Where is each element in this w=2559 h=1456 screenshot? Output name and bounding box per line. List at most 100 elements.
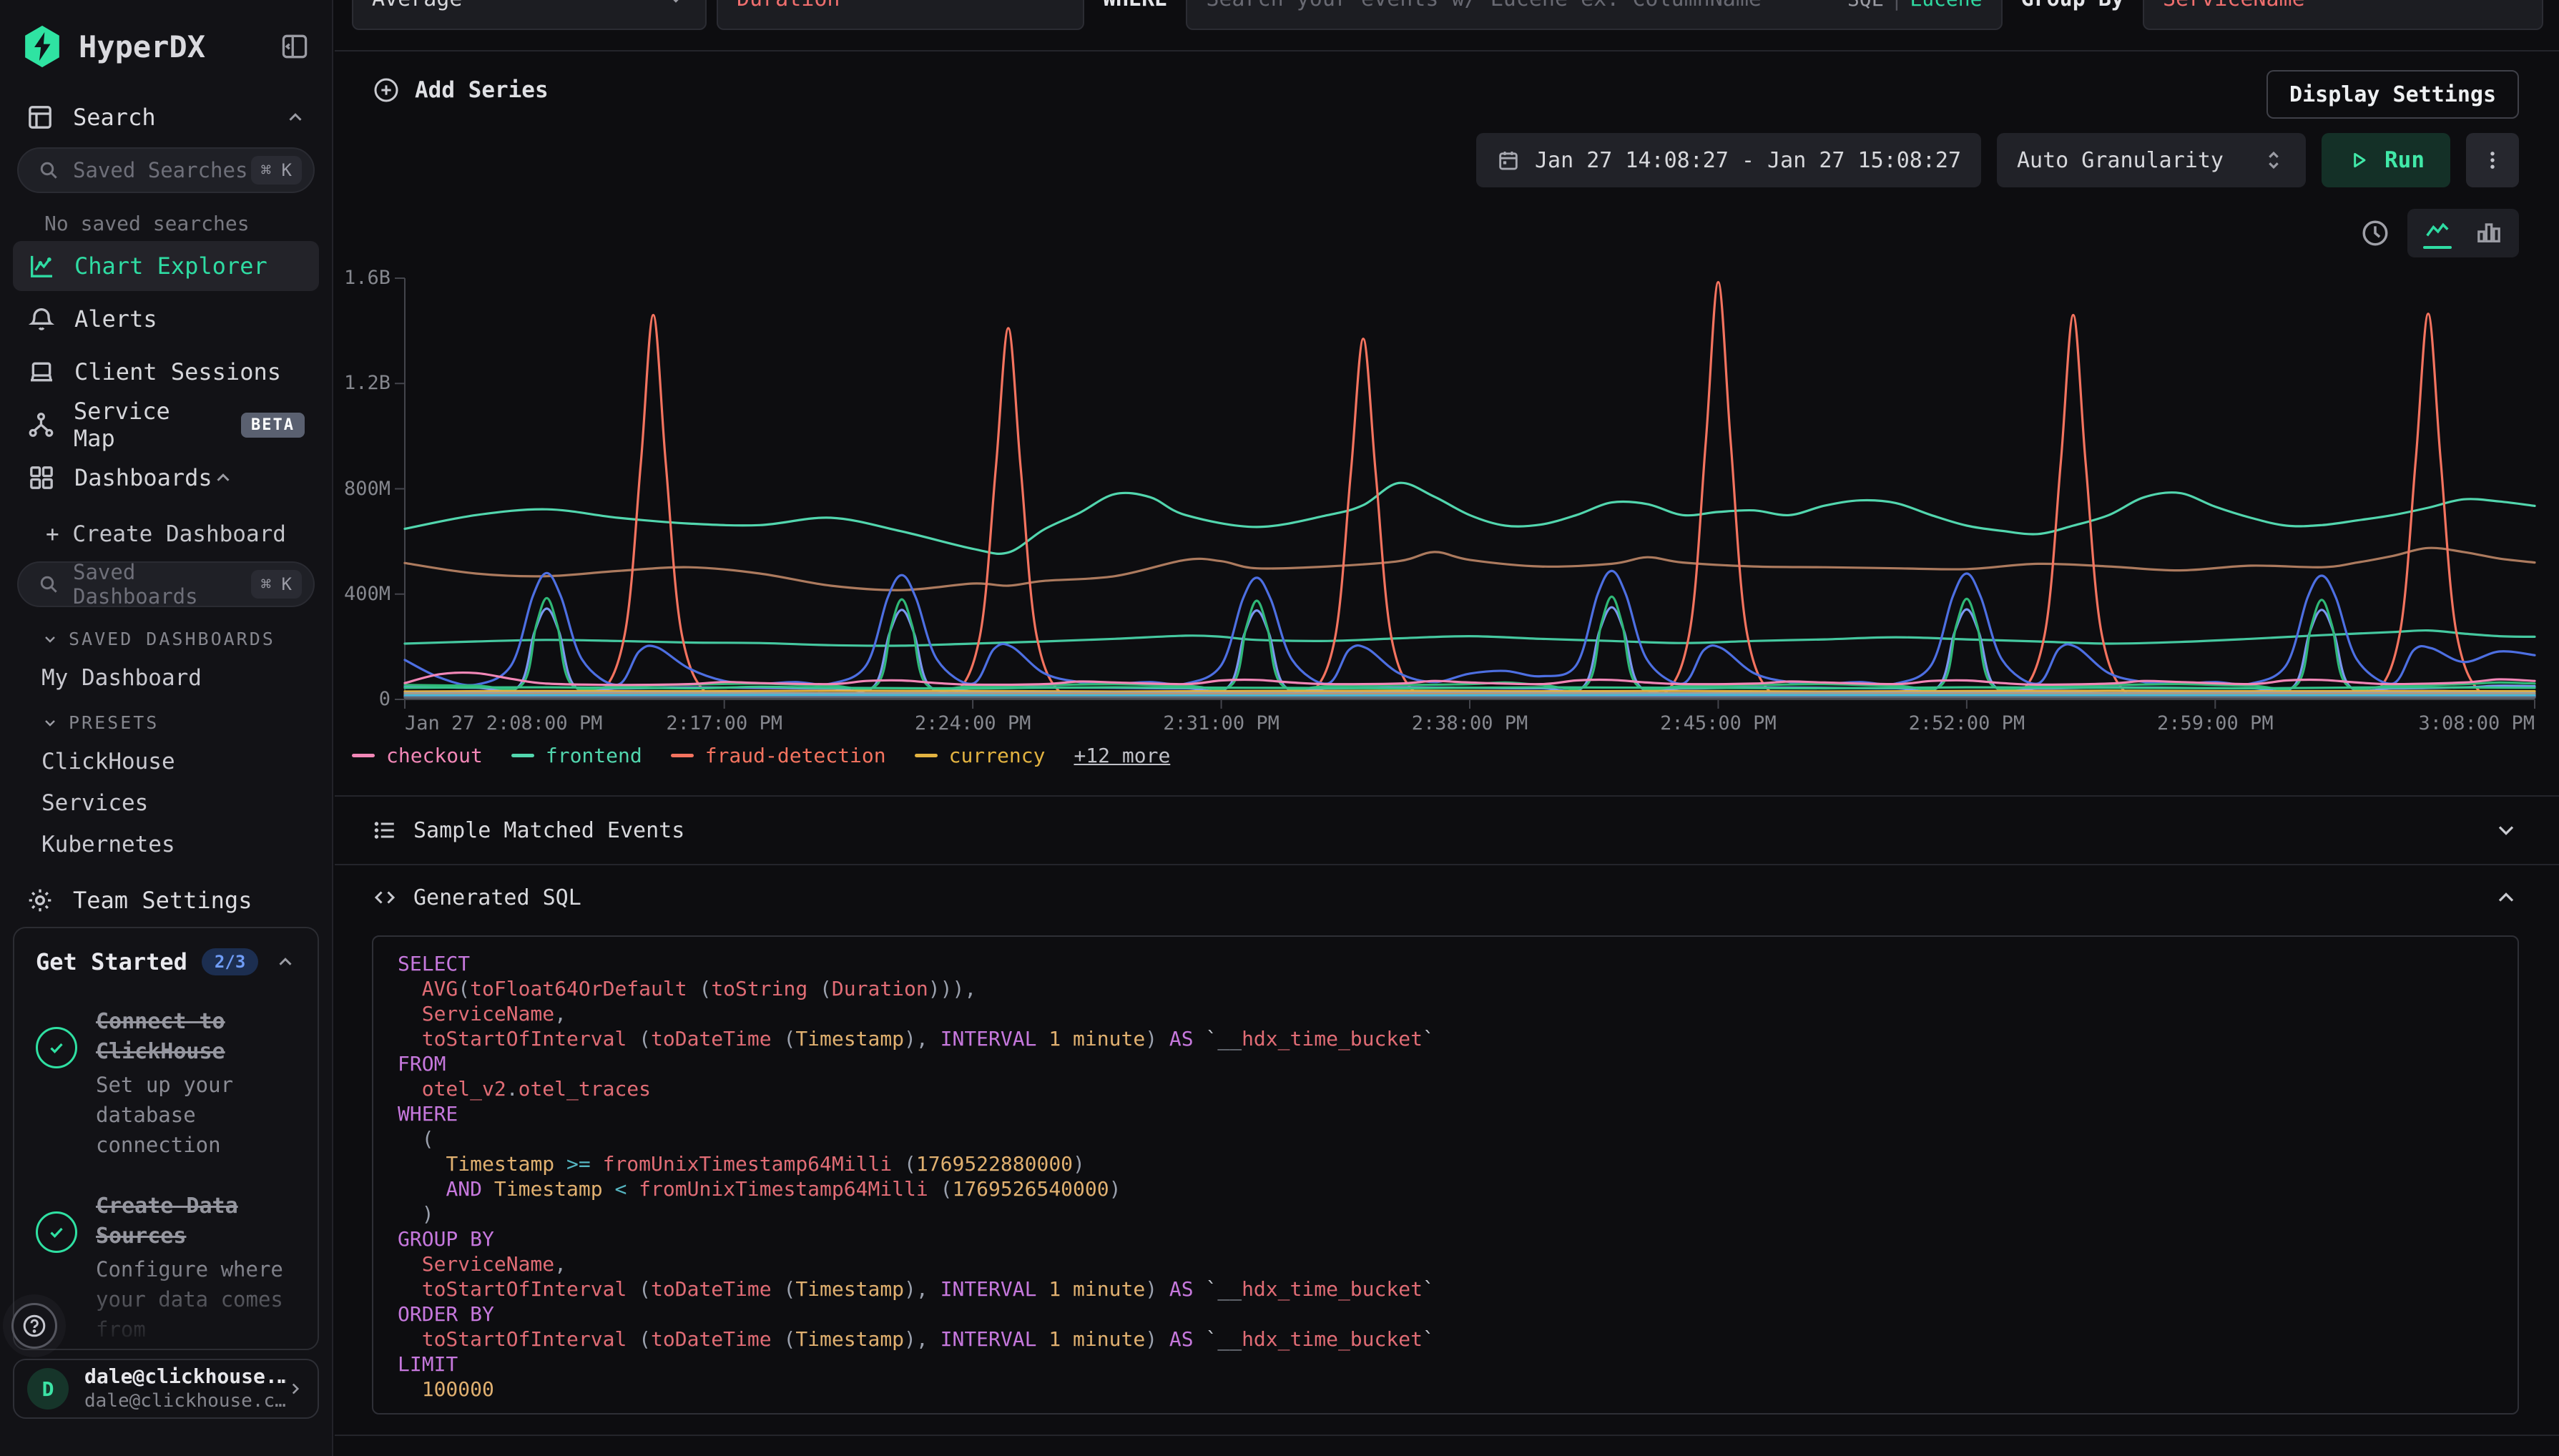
legend-label: checkout [386,744,483,767]
run-button[interactable]: Run [2322,133,2450,187]
play-icon [2347,149,2370,172]
chart-plot[interactable] [405,278,2535,699]
line-chart-icon [2423,217,2452,245]
search-placeholder: Search your events w/ Lucene ex: ColumnN… [1206,0,1762,11]
no-saved-searches-text: No saved searches [0,193,332,238]
clock-icon[interactable] [2360,218,2390,248]
legend-label: frontend [546,744,642,767]
sql-line: ( [398,1126,2493,1151]
legend-item-frontend[interactable]: frontend [511,744,642,767]
saved-searches-placeholder: Saved Searches [73,158,251,182]
aggregation-select[interactable]: Average [352,0,707,30]
display-settings-label: Display Settings [2289,82,2496,107]
presets-section-header[interactable]: PRESETS [0,691,332,733]
sql-line: ) [398,1201,2493,1226]
sidebar-item-my-dashboard[interactable]: My Dashboard [0,649,332,691]
sidebar-item-chart-explorer[interactable]: Chart Explorer [13,241,319,291]
saved-dashboards-section-header[interactable]: SAVED DASHBOARDS [0,607,332,649]
chevron-up-icon [212,467,234,488]
legend-item-fraud-detection[interactable]: fraud-detection [671,744,886,767]
chevron-down-icon [2493,817,2519,843]
saved-dashboards-input[interactable]: Saved Dashboards ⌘ K [17,561,315,607]
series-line-fraud-detection [405,282,2535,697]
granularity-select[interactable]: Auto Granularity [1997,133,2306,187]
sidebar-item-kubernetes[interactable]: Kubernetes [0,816,332,857]
get-started-step-sources[interactable]: Create Data Sources Configure where your… [36,1191,296,1344]
sidebar-item-clickhouse[interactable]: ClickHouse [0,733,332,774]
search-events-input[interactable]: Search your events w/ Lucene ex: ColumnN… [1186,0,2002,30]
sql-lucene-toggle[interactable]: SQL|Lucene [1847,0,1983,11]
sql-line: FROM [398,1051,2493,1076]
sidebar-collapse-icon[interactable] [279,31,310,62]
x-axis-label: 3:08:00 PM [2418,712,2535,734]
series-line-series-seafoam [405,631,2535,646]
group-by-value: ServiceName [2163,0,2305,11]
step-title: Connect to ClickHouse [96,1007,296,1067]
legend-more-link[interactable]: +12 more [1074,744,1170,767]
help-button[interactable] [11,1303,57,1349]
get-started-progress-badge: 2/3 [202,948,258,975]
sidebar-item-search[interactable]: Search [0,94,332,140]
granularity-value: Auto Granularity [2017,148,2224,173]
sidebar-item-dashboards[interactable]: Dashboards [13,453,319,503]
avatar: D [27,1368,69,1410]
legend-swatch [352,754,375,757]
run-label: Run [2384,147,2425,173]
sql-line: AVG(toFloat64OrDefault (toString (Durati… [398,976,2493,1001]
gear-icon [26,886,54,915]
group-by-input[interactable]: ServiceName [2143,0,2543,30]
chevron-up-icon[interactable] [275,951,296,973]
legend-label: currency [949,744,1046,767]
sql-line: toStartOfInterval (toDateTime (Timestamp… [398,1277,2493,1302]
divider [335,795,2559,797]
sql-line: ORDER BY [398,1302,2493,1327]
sql-line: ServiceName, [398,1251,2493,1277]
chevron-down-icon [41,714,59,732]
kbd-shortcut: ⌘ K [251,570,302,599]
sidebar-item-label: Chart Explorer [74,252,267,280]
generated-sql-code[interactable]: SELECT AVG(toFloat64OrDefault (toString … [372,935,2519,1415]
line-chart-mode-button[interactable] [2422,217,2453,249]
date-range-value: Jan 27 14:08:27 - Jan 27 15:08:27 [1535,148,1961,173]
main-content: Average Duration WHERE Search your event… [335,0,2559,1456]
series-line-series-cyan [405,695,2535,696]
legend-item-checkout[interactable]: checkout [352,744,483,767]
legend-item-currency[interactable]: currency [915,744,1046,767]
chart-svg[interactable] [405,278,2535,699]
sql-line: 100000 [398,1377,2493,1402]
more-options-button[interactable] [2466,133,2519,187]
account-menu[interactable]: D dale@clickhouse.… dale@clickhouse.c… [13,1359,319,1419]
create-dashboard-button[interactable]: + Create Dashboard [0,514,332,554]
bar-chart-mode-button[interactable] [2473,217,2505,249]
date-range-picker[interactable]: Jan 27 14:08:27 - Jan 27 15:08:27 [1476,133,1981,187]
get-started-step-connect[interactable]: Connect to ClickHouse Set up your databa… [36,1007,296,1160]
sql-line: AND Timestamp < fromUnixTimestamp64Milli… [398,1176,2493,1201]
field-input[interactable]: Duration [717,0,1084,30]
sidebar: HyperDX Search Saved Searches ⌘ K No sav… [0,0,333,1456]
logo-row: HyperDX [0,0,332,69]
search-section-icon [26,103,54,132]
x-axis-label: 2:31:00 PM [1163,712,1280,734]
sidebar-item-label: Service Map [74,398,221,452]
sidebar-item-alerts[interactable]: Alerts [13,294,319,344]
sidebar-item-label: Client Sessions [74,358,281,385]
step-title: Create Data Sources [96,1191,296,1251]
chart-legend: checkout frontend fraud-detection currency +… [352,744,1170,767]
display-settings-button[interactable]: Display Settings [2266,70,2519,119]
y-axis-label: 1.6B [344,267,391,289]
sample-matched-events-section[interactable]: Sample Matched Events [372,807,2519,854]
sql-line: toStartOfInterval (toDateTime (Timestamp… [398,1026,2493,1051]
sidebar-item-service-map[interactable]: Service Map BETA [13,400,319,450]
check-circle-icon [36,1211,77,1253]
code-icon [372,885,398,910]
sidebar-item-label: Alerts [74,305,157,333]
sidebar-item-client-sessions[interactable]: Client Sessions [13,347,319,397]
generated-sql-section[interactable]: Generated SQL [372,874,2519,921]
account-name: dale@clickhouse.… [84,1364,286,1389]
sidebar-item-services[interactable]: Services [0,774,332,816]
sql-line: LIMIT [398,1352,2493,1377]
y-axis-label: 0 [379,688,391,710]
saved-searches-input[interactable]: Saved Searches ⌘ K [17,147,315,193]
chart-mode-toggle [2360,209,2519,257]
sidebar-item-team-settings[interactable]: Team Settings [0,877,332,923]
